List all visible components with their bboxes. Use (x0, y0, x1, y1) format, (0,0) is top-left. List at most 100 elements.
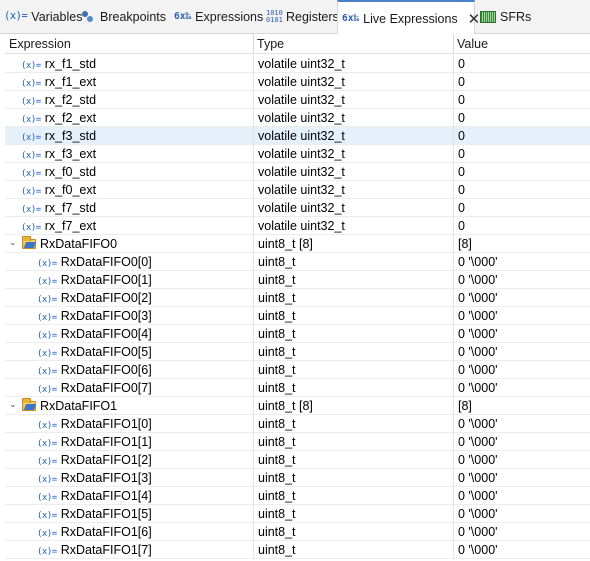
expression-name: rx_f1_ext (44, 75, 97, 89)
tab-sfrs-label: SFRs (500, 9, 532, 24)
value-cell[interactable]: 0 '\000' (453, 523, 590, 541)
expression-cell: (x)= rx_f0_std (5, 163, 269, 181)
type-cell: volatile uint32_t (253, 73, 453, 91)
value-cell[interactable]: 0 '\000' (453, 415, 590, 433)
array-row[interactable]: ⌄ RxDataFIFO1 uint8_t [8] [8] (5, 397, 590, 415)
table-row[interactable]: (x)= RxDataFIFO1[5] uint8_t 0 '\000' (5, 505, 590, 523)
value-cell[interactable]: 0 (453, 73, 590, 91)
variable-icon: (x)= (21, 205, 41, 215)
table-row[interactable]: (x)= rx_f1_std volatile uint32_t 0 (5, 55, 590, 73)
array-row[interactable]: ⌄ RxDataFIFO0 uint8_t [8] [8] (5, 235, 590, 253)
expression-cell: (x)= RxDataFIFO1[7] (5, 541, 285, 559)
tab-registers[interactable]: 1010 0101 Registers (266, 0, 339, 33)
table-row[interactable]: (x)= RxDataFIFO0[6] uint8_t 0 '\000' (5, 361, 590, 379)
value-cell[interactable]: 0 (453, 127, 590, 145)
tab-expressions[interactable]: 6x‰ Expressions (174, 0, 263, 33)
table-row[interactable]: (x)= RxDataFIFO1[0] uint8_t 0 '\000' (5, 415, 590, 433)
tab-breakpoints[interactable]: Breakpoints (82, 0, 166, 33)
sfrs-icon (480, 10, 496, 23)
tab-sfrs[interactable]: SFRs (480, 0, 531, 33)
type-cell: uint8_t (253, 325, 453, 343)
type-cell: volatile uint32_t (253, 181, 453, 199)
value-cell[interactable]: 0 (453, 145, 590, 163)
table-row[interactable]: (x)= rx_f7_std volatile uint32_t 0 (5, 199, 590, 217)
value-cell[interactable]: 0 (453, 199, 590, 217)
value-cell[interactable]: 0 '\000' (453, 289, 590, 307)
table-row[interactable]: (x)= rx_f2_ext volatile uint32_t 0 (5, 109, 590, 127)
table-row[interactable]: (x)= rx_f1_ext volatile uint32_t 0 (5, 73, 590, 91)
value-cell[interactable]: 0 '\000' (453, 361, 590, 379)
array-folder-icon (22, 398, 36, 411)
expression-cell: (x)= rx_f2_ext (5, 109, 269, 127)
value-cell[interactable]: 0 '\000' (453, 433, 590, 451)
expression-cell: (x)= RxDataFIFO1[2] (5, 451, 285, 469)
expression-name: RxDataFIFO0[1] (60, 273, 152, 287)
value-cell[interactable]: 0 '\000' (453, 271, 590, 289)
expression-name: rx_f2_ext (44, 111, 97, 125)
column-header-expression[interactable]: Expression (5, 34, 253, 54)
variable-icon: (x)= (37, 259, 57, 269)
value-cell[interactable]: 0 (453, 217, 590, 235)
tab-live-expressions[interactable]: 6x‰ Live Expressions ✕ (337, 0, 480, 35)
value-cell[interactable]: 0 (453, 181, 590, 199)
expression-name: RxDataFIFO1[5] (60, 507, 152, 521)
expression-name: RxDataFIFO1[1] (60, 435, 152, 449)
table-row[interactable]: (x)= rx_f7_ext volatile uint32_t 0 (5, 217, 590, 235)
expression-cell: (x)= RxDataFIFO1[4] (5, 487, 285, 505)
variable-icon: (x)= (37, 475, 57, 485)
table-row[interactable]: (x)= rx_f0_ext volatile uint32_t 0 (5, 181, 590, 199)
value-cell[interactable]: 0 '\000' (453, 307, 590, 325)
table-row[interactable]: (x)= RxDataFIFO0[2] uint8_t 0 '\000' (5, 289, 590, 307)
table-row[interactable]: (x)= RxDataFIFO0[7] uint8_t 0 '\000' (5, 379, 590, 397)
value-cell[interactable]: [8] (453, 397, 590, 415)
column-header-value[interactable]: Value (453, 34, 590, 54)
column-header: Expression Type Value (5, 34, 590, 54)
tab-variables[interactable]: (x)= Variables (4, 0, 82, 33)
value-cell[interactable]: 0 (453, 55, 590, 73)
table-row[interactable]: (x)= RxDataFIFO0[5] uint8_t 0 '\000' (5, 343, 590, 361)
table-row[interactable]: (x)= RxDataFIFO1[6] uint8_t 0 '\000' (5, 523, 590, 541)
variable-icon: (x)= (21, 79, 41, 89)
value-cell[interactable]: 0 '\000' (453, 505, 590, 523)
column-header-type[interactable]: Type (253, 34, 453, 54)
table-row[interactable]: (x)= RxDataFIFO0[3] uint8_t 0 '\000' (5, 307, 590, 325)
expression-cell: (x)= rx_f7_ext (5, 217, 269, 235)
expression-name: RxDataFIFO0[5] (60, 345, 152, 359)
table-row[interactable]: (x)= RxDataFIFO0[0] uint8_t 0 '\000' (5, 253, 590, 271)
table-row[interactable]: (x)= RxDataFIFO1[1] uint8_t 0 '\000' (5, 433, 590, 451)
close-tab-icon[interactable]: ✕ (468, 10, 481, 28)
value-cell[interactable]: 0 '\000' (453, 487, 590, 505)
variable-icon: (x)= (37, 457, 57, 467)
table-row[interactable]: (x)= rx_f3_std volatile uint32_t 0 (5, 127, 590, 145)
value-cell[interactable]: 0 '\000' (453, 541, 590, 559)
variable-icon: (x)= (21, 151, 41, 161)
table-row[interactable]: (x)= rx_f0_std volatile uint32_t 0 (5, 163, 590, 181)
value-cell[interactable]: 0 '\000' (453, 325, 590, 343)
table-row[interactable]: (x)= RxDataFIFO1[4] uint8_t 0 '\000' (5, 487, 590, 505)
table-row[interactable]: (x)= RxDataFIFO1[2] uint8_t 0 '\000' (5, 451, 590, 469)
value-cell[interactable]: 0 '\000' (453, 469, 590, 487)
table-row[interactable]: (x)= RxDataFIFO1[7] uint8_t 0 '\000' (5, 541, 590, 559)
expand-toggle-icon[interactable]: ⌄ (9, 397, 19, 413)
table-row[interactable]: (x)= rx_f2_std volatile uint32_t 0 (5, 91, 590, 109)
type-cell: volatile uint32_t (253, 145, 453, 163)
expression-cell: (x)= RxDataFIFO0[7] (5, 379, 285, 397)
value-cell[interactable]: 0 '\000' (453, 343, 590, 361)
expression-name: RxDataFIFO1[0] (60, 417, 152, 431)
value-cell[interactable]: 0 '\000' (453, 253, 590, 271)
value-cell[interactable]: [8] (453, 235, 590, 253)
expression-cell: (x)= rx_f3_std (5, 127, 269, 145)
table-row[interactable]: (x)= rx_f3_ext volatile uint32_t 0 (5, 145, 590, 163)
value-cell[interactable]: 0 '\000' (453, 379, 590, 397)
table-row[interactable]: (x)= RxDataFIFO1[3] uint8_t 0 '\000' (5, 469, 590, 487)
value-cell[interactable]: 0 (453, 109, 590, 127)
value-cell[interactable]: 0 (453, 91, 590, 109)
value-cell[interactable]: 0 '\000' (453, 451, 590, 469)
table-row[interactable]: (x)= RxDataFIFO0[1] uint8_t 0 '\000' (5, 271, 590, 289)
table-row[interactable]: (x)= RxDataFIFO0[4] uint8_t 0 '\000' (5, 325, 590, 343)
expand-toggle-icon[interactable]: ⌄ (9, 235, 19, 251)
expression-cell: (x)= RxDataFIFO0[4] (5, 325, 285, 343)
type-cell: uint8_t (253, 523, 453, 541)
expression-name: RxDataFIFO0[4] (60, 327, 152, 341)
value-cell[interactable]: 0 (453, 163, 590, 181)
